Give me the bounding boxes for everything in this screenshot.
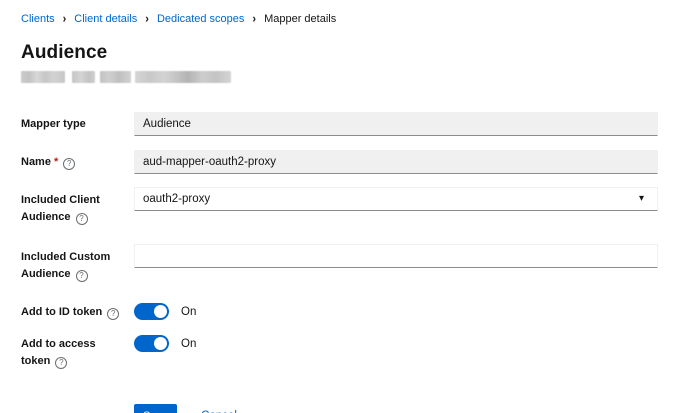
add-to-id-token-field-col: On [134, 303, 658, 320]
add-to-id-token-label: Add to ID token? [21, 303, 134, 321]
add-to-access-token-help-icon[interactable]: ? [55, 357, 67, 369]
redacted-block [135, 71, 231, 83]
breadcrumb-separator-icon: › [63, 12, 67, 25]
mapper-type-label: Mapper type [21, 116, 134, 133]
breadcrumb-dedicated-scopes[interactable]: Dedicated scopes [157, 13, 244, 25]
toggle-knob [154, 305, 167, 318]
included-client-audience-field-col: oauth2-proxy ▾ [134, 187, 658, 211]
included-client-audience-value: oauth2-proxy [143, 193, 210, 205]
breadcrumb-separator-icon: › [145, 12, 149, 25]
save-button[interactable]: Save [134, 404, 177, 413]
mapper-details-page: Clients › Client details › Dedicated sco… [0, 0, 692, 413]
included-client-audience-help-icon[interactable]: ? [76, 213, 88, 225]
breadcrumb: Clients › Client details › Dedicated sco… [21, 13, 692, 25]
add-to-id-token-label-text: Add to ID token [21, 306, 102, 318]
required-marker: * [54, 156, 58, 168]
mapper-type-label-text: Mapper type [21, 118, 86, 130]
included-custom-audience-field-col [134, 244, 658, 268]
mapper-type-input [134, 112, 658, 136]
name-label-text: Name [21, 156, 51, 168]
included-custom-audience-label-text: Included Custom Audience [21, 251, 110, 280]
form-actions: Save Cancel [134, 404, 692, 413]
page-title: Audience [21, 42, 692, 64]
form-row-add-to-id-token: Add to ID token? On [21, 303, 692, 321]
add-to-access-token-label: Add to access token? [21, 335, 134, 370]
add-to-access-token-state: On [181, 338, 196, 350]
redacted-block [72, 71, 95, 83]
mapper-type-field-col [134, 112, 658, 136]
add-to-access-token-field-col: On [134, 335, 658, 352]
chevron-down-icon: ▾ [639, 188, 644, 210]
included-custom-audience-label: Included Custom Audience? [21, 244, 134, 283]
included-custom-audience-help-icon[interactable]: ? [76, 270, 88, 282]
redacted-block [100, 71, 131, 83]
form-row-add-to-access-token: Add to access token? On [21, 335, 692, 370]
toggle-knob [154, 337, 167, 350]
add-to-id-token-toggle[interactable] [134, 303, 169, 320]
add-to-id-token-help-icon[interactable]: ? [107, 308, 119, 320]
included-client-audience-label: Included Client Audience? [21, 187, 134, 226]
included-client-audience-select[interactable]: oauth2-proxy ▾ [134, 187, 658, 211]
breadcrumb-client-details[interactable]: Client details [74, 13, 137, 25]
name-field-col [134, 150, 658, 174]
name-help-icon[interactable]: ? [63, 158, 75, 170]
included-custom-audience-input[interactable] [134, 244, 658, 268]
breadcrumb-separator-icon: › [252, 12, 256, 25]
breadcrumb-mapper-details: Mapper details [264, 13, 336, 25]
form-row-included-client-audience: Included Client Audience? oauth2-proxy ▾ [21, 187, 692, 226]
add-to-id-token-state: On [181, 306, 196, 318]
redacted-subtitle [21, 71, 692, 83]
mapper-form: Mapper type Name*? Included Client Audie… [21, 112, 692, 413]
name-label: Name*? [21, 154, 134, 171]
included-client-audience-label-text: Included Client Audience [21, 194, 100, 223]
name-input [134, 150, 658, 174]
breadcrumb-clients[interactable]: Clients [21, 13, 55, 25]
redacted-block [21, 71, 65, 83]
form-row-mapper-type: Mapper type [21, 112, 692, 136]
form-row-name: Name*? [21, 150, 692, 174]
add-to-access-token-toggle[interactable] [134, 335, 169, 352]
form-row-included-custom-audience: Included Custom Audience? [21, 244, 692, 283]
